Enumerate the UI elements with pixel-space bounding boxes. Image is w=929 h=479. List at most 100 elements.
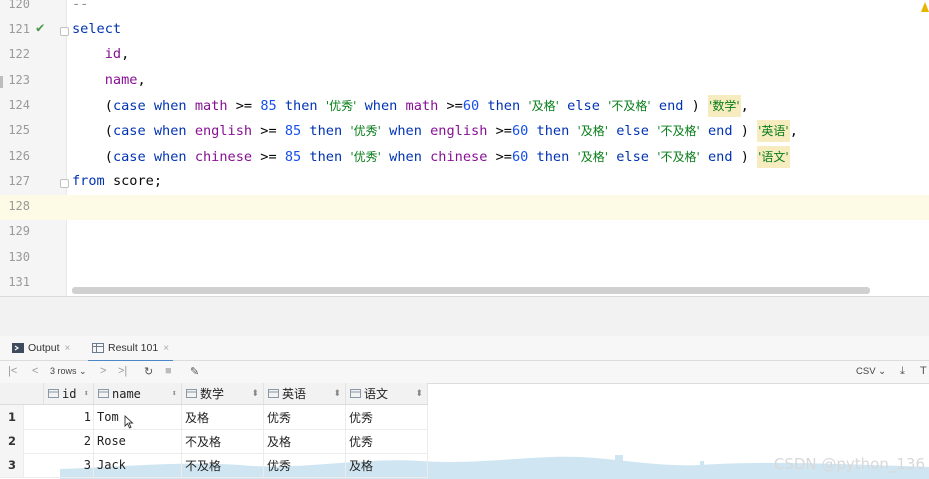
rows-label: 3 rows — [50, 366, 77, 376]
column-header-english[interactable]: 英语 ⬍ — [264, 383, 346, 404]
export-format-select[interactable]: CSV ⌄ — [856, 366, 886, 377]
table-row[interactable]: 3 3 Jack 不及格 优秀 及格 — [0, 453, 428, 478]
keyword: case — [112, 149, 146, 165]
line-number: 123 — [8, 73, 30, 87]
number: 85 — [260, 98, 277, 114]
panel-splitter[interactable] — [0, 296, 929, 337]
cell-id[interactable]: 2 — [24, 429, 94, 453]
column-icon — [48, 389, 59, 398]
cell-name[interactable]: Rose — [94, 429, 182, 453]
column-label: name — [112, 386, 141, 401]
column-label: 语文 — [364, 387, 389, 401]
tab-output[interactable]: Output × — [12, 336, 70, 360]
row-number: 1 — [0, 405, 24, 429]
cell-english[interactable]: 优秀 — [264, 405, 346, 429]
cell-name[interactable]: Tom — [94, 405, 182, 429]
table-name: score — [112, 173, 154, 189]
code-line-121[interactable]: 121 ✔ select — [0, 18, 929, 43]
cell-id[interactable]: 1 — [24, 405, 94, 429]
string: '不及格' — [657, 150, 700, 164]
code-line-122[interactable]: 122 id, — [0, 43, 929, 68]
punct: ) — [740, 123, 749, 139]
warning-icon[interactable] — [921, 2, 929, 12]
refresh-icon[interactable]: ↻ — [144, 365, 153, 378]
next-page-icon[interactable]: > — [100, 365, 106, 377]
last-page-icon[interactable]: >| — [118, 365, 127, 377]
cell-chinese[interactable]: 优秀 — [346, 405, 428, 429]
pin-icon[interactable]: ✎ — [190, 365, 199, 378]
line-number: 127 — [8, 174, 30, 188]
cell-english[interactable]: 优秀 — [264, 453, 346, 477]
prev-page-icon[interactable]: < — [32, 365, 38, 377]
table-row[interactable]: 1 1 Tom 及格 优秀 优秀 — [0, 405, 428, 430]
table-row[interactable]: 2 2 Rose 不及格 及格 优秀 — [0, 429, 428, 454]
code-line-123[interactable]: 123 name, — [0, 69, 929, 94]
sort-icon[interactable]: ⬍ — [415, 389, 423, 399]
sort-icon[interactable]: ⬍ — [84, 389, 89, 399]
number: 60 — [511, 123, 529, 139]
sort-icon[interactable]: ⬍ — [172, 389, 177, 399]
close-icon[interactable]: × — [163, 343, 169, 354]
checkmark-icon[interactable]: ✔ — [36, 20, 44, 36]
punct: >= — [260, 149, 277, 165]
line-number: 130 — [8, 250, 30, 264]
rows-selector[interactable]: 3 rows ⌄ — [50, 366, 87, 377]
code-line-120[interactable]: 120 -- — [0, 0, 929, 18]
column-header-chinese[interactable]: 语文 ⬍ — [346, 383, 428, 404]
cell-chinese[interactable]: 及格 — [346, 453, 428, 477]
sort-icon[interactable]: ⬍ — [251, 389, 259, 399]
column-header-math[interactable]: 数学 ⬍ — [182, 383, 264, 404]
cell-english[interactable]: 及格 — [264, 429, 346, 453]
keyword: when — [153, 123, 187, 139]
keyword: end — [707, 123, 733, 139]
code-line-128[interactable]: 128 — [0, 195, 929, 220]
horizontal-scrollbar[interactable] — [72, 287, 870, 294]
upload-icon[interactable]: T — [920, 365, 927, 377]
code-line-126[interactable]: 126 (case when chinese >= 85 then '优秀' w… — [0, 145, 929, 170]
cell-math[interactable]: 及格 — [182, 405, 264, 429]
cell-id[interactable]: 3 — [24, 453, 94, 477]
punct: , — [740, 98, 749, 114]
keyword: case — [112, 98, 146, 114]
cell-chinese[interactable]: 优秀 — [346, 429, 428, 453]
keyword: when — [364, 98, 398, 114]
fold-icon[interactable] — [60, 179, 69, 188]
field: english — [430, 123, 488, 139]
first-page-icon[interactable]: |< — [8, 365, 17, 377]
punct: >= — [446, 98, 463, 114]
sort-icon[interactable]: ⬍ — [333, 389, 341, 399]
close-icon[interactable]: × — [65, 343, 71, 354]
column-header-name[interactable]: name ⬍ — [94, 383, 182, 404]
keyword: then — [536, 123, 570, 139]
number: 60 — [462, 98, 480, 114]
fold-icon[interactable] — [60, 27, 69, 36]
line-number: 125 — [8, 123, 30, 137]
keyword: then — [309, 123, 343, 139]
keyword: when — [153, 98, 187, 114]
tab-result[interactable]: Result 101 × — [88, 336, 174, 362]
punct: ; — [153, 173, 163, 189]
punct: ( — [104, 98, 113, 114]
stop-icon[interactable]: ■ — [165, 365, 172, 377]
keyword: case — [112, 123, 146, 139]
row-number: 3 — [0, 453, 24, 477]
download-icon[interactable]: ⤓ — [900, 365, 905, 378]
code-line-124[interactable]: 124 (case when math >= 85 then '优秀' when… — [0, 94, 929, 119]
column-label: 英语 — [282, 387, 307, 401]
cell-math[interactable]: 不及格 — [182, 429, 264, 453]
results-toolbar: |< < 3 rows ⌄ > >| ↻ ■ ✎ CSV ⌄ ⤓ T — [0, 361, 929, 384]
cell-name[interactable]: Jack — [94, 453, 182, 477]
code-line-129[interactable]: 129 — [0, 220, 929, 245]
code-line-127[interactable]: 127 from score; — [0, 170, 929, 195]
punct: ) — [691, 98, 700, 114]
cell-math[interactable]: 不及格 — [182, 453, 264, 477]
watermark: CSDN @python_136 — [773, 455, 925, 473]
column-header-id[interactable]: id ⬍ — [44, 383, 94, 404]
line-number: 128 — [8, 199, 30, 213]
string: '及格' — [577, 150, 609, 164]
field: chinese — [430, 149, 488, 165]
code-editor[interactable]: 120 -- 121 ✔ select 122 id, 123 name, 12… — [0, 0, 929, 296]
code-line-125[interactable]: 125 (case when english >= 85 then '优秀' w… — [0, 119, 929, 144]
code-line-130[interactable]: 130 — [0, 246, 929, 271]
string: '不及格' — [657, 124, 700, 138]
